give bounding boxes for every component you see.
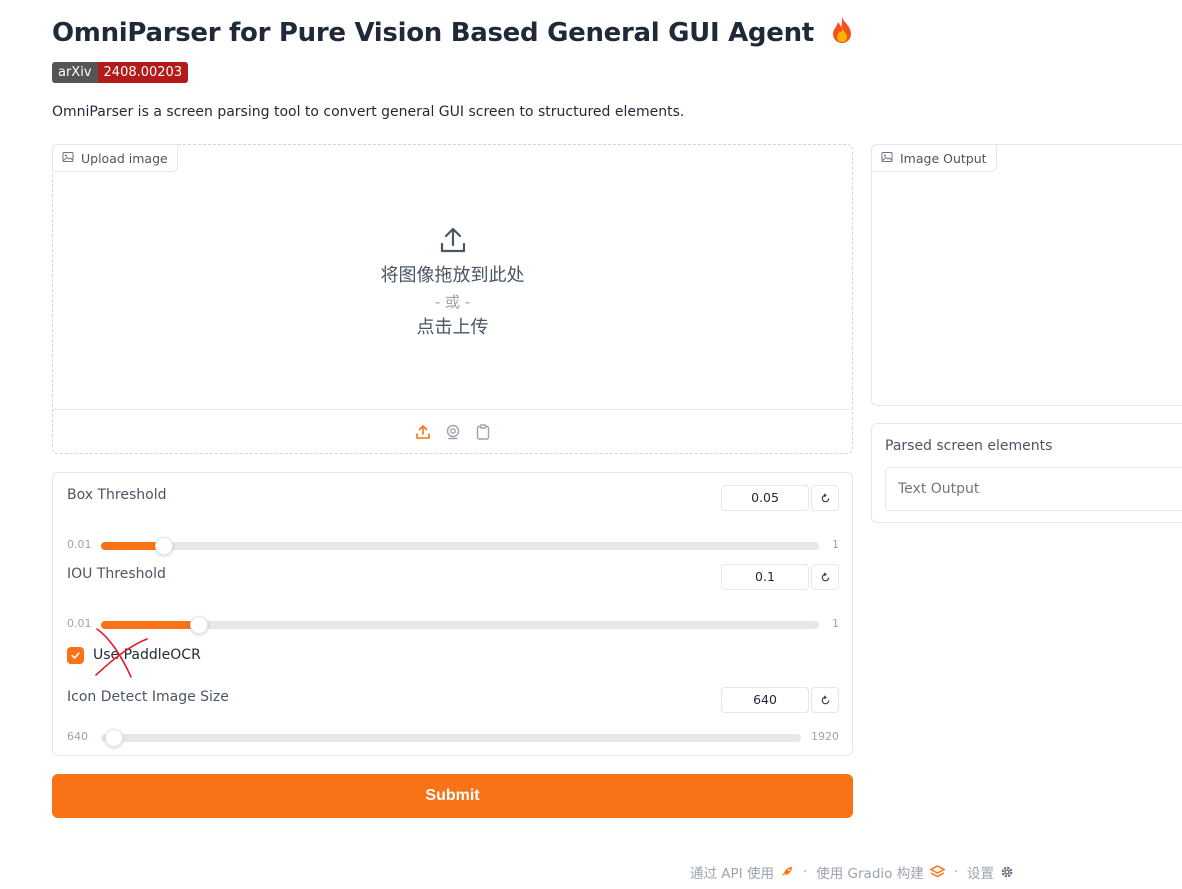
click-upload-text: 点击上传 [416,317,489,338]
iou-threshold-input[interactable]: 0.1 [721,564,809,590]
box-threshold-slider[interactable] [101,537,819,555]
or-text: - 或 - [434,293,471,311]
iou-threshold-reset-button[interactable] [811,564,839,590]
image-output-label-text: Image Output [900,150,987,166]
arxiv-badge[interactable]: arXiv 2408.00203 [52,62,189,83]
upload-image-label: Upload image [52,144,178,172]
icon-size-label: Icon Detect Image Size [67,689,229,705]
arxiv-badge-id: 2408.00203 [97,62,189,83]
box-threshold-reset-button[interactable] [811,485,839,511]
reset-icon [820,489,831,508]
box-threshold-slider-row: 0.01 1 [67,535,839,555]
iou-threshold-thumb[interactable] [190,616,208,634]
icon-size-thumb[interactable] [105,729,123,747]
iou-threshold-max: 1 [832,617,839,630]
clipboard-icon[interactable] [473,422,493,442]
iou-threshold-label: IOU Threshold [67,566,166,582]
box-threshold-max: 1 [832,538,839,551]
footer-separator: · [802,864,808,880]
icon-size-control: Icon Detect Image Size 640 640 1920 [67,687,839,759]
fire-icon [829,16,855,51]
webcam-icon[interactable] [443,422,463,442]
footer: 通过 API 使用 · 使用 Gradio 构建 · 设置 [690,862,1014,882]
parsed-elements-panel: Parsed screen elements [871,423,1182,523]
icon-size-input[interactable]: 640 [721,687,809,713]
icon-size-min: 640 [67,730,88,743]
checkmark-icon [71,651,80,659]
built-with-gradio-link[interactable]: 使用 Gradio 构建 [816,862,923,882]
text-output-field[interactable] [885,467,1182,511]
upload-source-toolbar [53,409,852,453]
submit-button[interactable]: Submit [52,774,853,818]
drop-text: 将图像拖放到此处 [380,265,525,286]
iou-threshold-slider[interactable] [101,616,819,634]
upload-source-icon[interactable] [413,422,433,442]
use-via-api-link[interactable]: 通过 API 使用 [690,862,774,882]
image-output-panel: Image Output [871,144,1182,406]
image-output-label: Image Output [871,144,997,172]
footer-separator: · [953,864,958,880]
rocket-icon [780,865,794,879]
upload-image-label-text: Upload image [81,150,168,166]
box-threshold-input[interactable]: 0.05 [721,485,809,511]
upload-prompt[interactable]: 将图像拖放到此处 - 或 - 点击上传 [53,225,852,341]
parsed-elements-label: Parsed screen elements [885,438,1053,454]
arxiv-badge-label: arXiv [52,62,98,83]
icon-size-max: 1920 [811,730,839,743]
page-title: OmniParser for Pure Vision Based General… [52,16,855,51]
reset-icon [820,568,831,587]
use-paddleocr-checkbox[interactable] [67,646,84,664]
image-icon [62,151,74,166]
title-text: OmniParser for Pure Vision Based General… [52,18,814,48]
iou-threshold-min: 0.01 [67,617,92,630]
box-threshold-thumb[interactable] [155,537,173,555]
page-description: OmniParser is a screen parsing tool to c… [52,104,685,120]
red-cross-annotation-icon [93,625,153,685]
image-icon [881,151,893,166]
gradio-logo-icon [929,865,945,879]
upload-icon [53,225,852,259]
box-threshold-label: Box Threshold [67,487,167,503]
iou-threshold-slider-row: 0.01 1 [67,614,839,634]
settings-link[interactable]: 设置 [967,862,994,882]
upload-image-dropzone[interactable]: Upload image 将图像拖放到此处 - 或 - 点击上传 [52,144,853,454]
icon-size-slider[interactable] [101,729,801,747]
iou-threshold-control: IOU Threshold 0.1 0.01 1 [67,564,839,636]
icon-size-slider-row: 640 1920 [67,727,839,747]
reset-icon [820,691,831,710]
gear-icon[interactable] [1000,865,1014,879]
box-threshold-control: Box Threshold 0.05 0.01 1 [67,485,839,557]
parameters-panel: Box Threshold 0.05 0.01 1 IOU Threshold … [52,472,853,756]
icon-size-reset-button[interactable] [811,687,839,713]
box-threshold-min: 0.01 [67,538,92,551]
